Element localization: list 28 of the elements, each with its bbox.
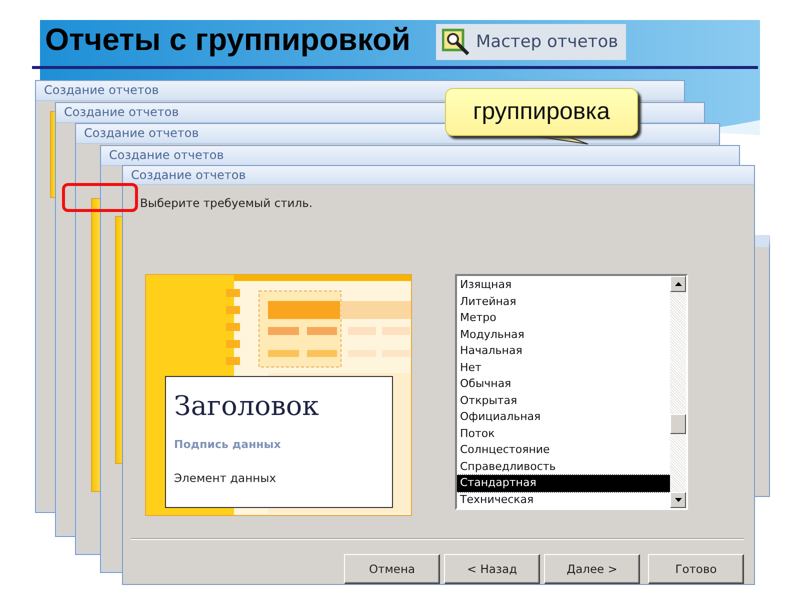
wizard-button[interactable]: Далее >	[544, 554, 640, 584]
prompt-text: Выберите требуемый стиль.	[140, 196, 314, 211]
style-option[interactable]: Начальная	[457, 343, 670, 360]
style-option[interactable]: Открытая	[457, 392, 670, 409]
callout: группировка	[445, 88, 638, 136]
preview-caption: Подпись данных	[174, 438, 282, 451]
button-label: Мастер отчетов	[476, 32, 618, 52]
wizard-button[interactable]: Готово	[648, 554, 744, 584]
window-title: Создание отчетов	[123, 166, 754, 185]
report-wizard-button[interactable]: Мастер отчетов	[436, 24, 626, 60]
wizard-button[interactable]: Отмена	[344, 554, 440, 584]
style-option[interactable]: Справедливость	[457, 458, 670, 475]
style-option[interactable]: Техническая	[457, 492, 670, 508]
style-option[interactable]: Нет	[457, 360, 670, 376]
style-option[interactable]: Официальная	[457, 409, 670, 426]
style-option[interactable]: Стандартная	[457, 475, 670, 492]
style-option[interactable]: Изящная	[457, 277, 670, 294]
preview-heading: Заголовок	[174, 391, 320, 422]
window-title: Создание отчетов	[101, 146, 739, 166]
style-option[interactable]: Поток	[457, 426, 670, 442]
preview-item: Элемент данных	[174, 471, 278, 485]
style-option[interactable]: Метро	[457, 310, 670, 326]
slide-title: Отчеты с группировкой	[45, 22, 410, 58]
wizard-button[interactable]: < Назад	[444, 554, 540, 584]
style-option[interactable]: Литейная	[457, 294, 670, 310]
style-option[interactable]: Обычная	[457, 376, 670, 392]
style-option[interactable]: Солнцестояние	[457, 442, 670, 458]
style-option[interactable]: Модульная	[457, 326, 670, 343]
